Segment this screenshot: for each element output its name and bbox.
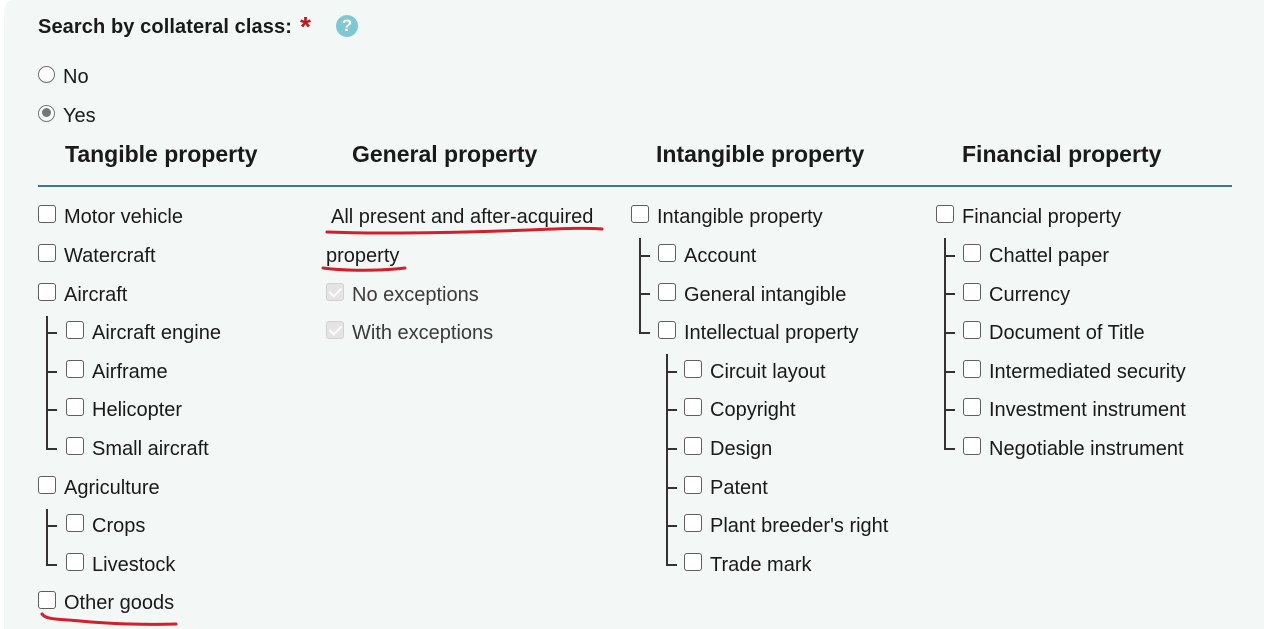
underline-all-present xyxy=(325,226,604,235)
red-annotation-underlines xyxy=(40,226,604,626)
underline-property xyxy=(321,266,407,272)
underline-other-goods xyxy=(40,612,178,626)
